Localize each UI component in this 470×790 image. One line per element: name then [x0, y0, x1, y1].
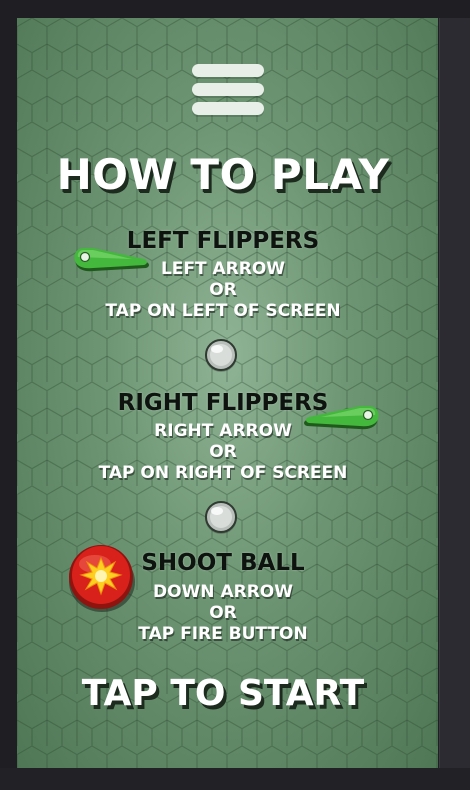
left-flippers-line2: OR	[209, 280, 237, 300]
side-panel	[439, 18, 470, 790]
hamburger-menu-icon[interactable]	[192, 64, 264, 120]
left-flippers-line3: TAP ON LEFT OF SCREEN	[105, 301, 341, 321]
shoot-ball-line1: DOWN ARROW	[152, 582, 294, 602]
pinball-divider-icon	[205, 339, 237, 372]
fire-button-icon	[69, 545, 135, 612]
page-title: HOW TO PLAY	[56, 150, 390, 199]
tap-to-start-button[interactable]: TAP TO START	[82, 673, 364, 714]
shoot-ball-heading: SHOOT BALL	[141, 550, 305, 576]
right-flippers-line1: RIGHT ARROW	[154, 421, 292, 441]
window-top-frame	[0, 0, 470, 18]
right-flippers-heading: RIGHT FLIPPERS	[117, 390, 329, 416]
left-flippers-heading: LEFT FLIPPERS	[126, 228, 320, 254]
left-flippers-line1: LEFT ARROW	[160, 259, 286, 279]
window-bottom-bar	[0, 768, 470, 790]
right-flippers-line3: TAP ON RIGHT OF SCREEN	[98, 463, 348, 483]
right-flippers-line2: OR	[209, 442, 237, 462]
shoot-ball-line3: TAP FIRE BUTTON	[138, 624, 308, 644]
game-canvas[interactable]: HOW TO PLAY LEFT FLIPPERS LEFT ARROW OR …	[17, 18, 438, 768]
shoot-ball-line2: OR	[209, 603, 237, 623]
pinball-divider-icon	[205, 501, 237, 534]
